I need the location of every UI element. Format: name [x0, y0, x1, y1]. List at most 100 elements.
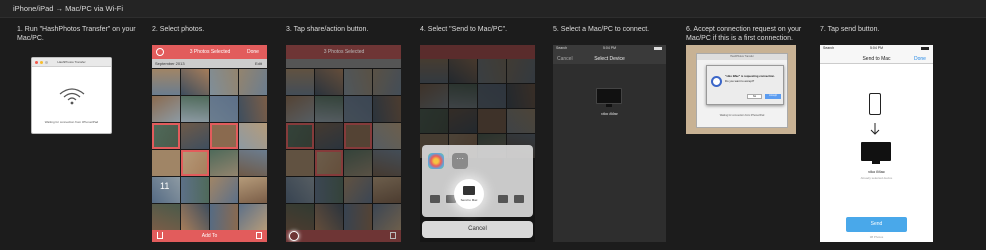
photo-thumbnail[interactable] — [344, 204, 372, 230]
action-icon-3[interactable] — [498, 195, 508, 203]
photo-thumbnail[interactable] — [373, 96, 401, 122]
accept-dialog: "viko iMac" is requesting connection. Do… — [706, 65, 784, 105]
share-action-screen: 3 Photos Selected — [286, 45, 401, 242]
photo-grid-background — [420, 59, 535, 159]
photo-thumbnail[interactable] — [344, 123, 372, 149]
photo-thumbnail[interactable] — [286, 123, 314, 149]
photo-thumbnail[interactable] — [286, 204, 314, 230]
send-label: Send — [870, 221, 883, 227]
photo-thumbnail[interactable] — [210, 69, 238, 95]
photo-thumbnail[interactable] — [373, 150, 401, 176]
photo-thumbnail[interactable] — [286, 69, 314, 95]
photo-thumbnail[interactable] — [420, 84, 448, 108]
photo-thumbnail[interactable] — [373, 123, 401, 149]
battery-icon — [921, 47, 929, 50]
photo-grid-dimmed — [286, 69, 401, 230]
done-button[interactable]: Done — [914, 56, 926, 62]
photo-thumbnail[interactable] — [344, 69, 372, 95]
photo-thumbnail[interactable] — [507, 84, 535, 108]
app-logo-icon — [711, 76, 722, 87]
action-icon-1[interactable] — [430, 195, 440, 203]
no-button[interactable]: No — [747, 94, 762, 99]
photo-thumbnail[interactable] — [239, 150, 267, 176]
done-button[interactable]: Done — [247, 49, 259, 55]
photo-thumbnail[interactable] — [286, 150, 314, 176]
photo-thumbnail[interactable] — [239, 69, 267, 95]
photo-thumbnail[interactable] — [373, 177, 401, 203]
photo-thumbnail[interactable] — [478, 109, 506, 133]
photo-thumbnail[interactable] — [239, 123, 267, 149]
cancel-sheet-button[interactable]: Cancel — [422, 221, 533, 238]
status-carrier: Search — [823, 46, 835, 50]
photo-thumbnail[interactable] — [315, 96, 343, 122]
photo-thumbnail[interactable] — [210, 123, 238, 149]
photo-thumbnail[interactable] — [181, 204, 209, 230]
step-7: 7. Tap send button. — [820, 26, 945, 35]
photo-thumbnail[interactable] — [315, 69, 343, 95]
share-sheet-screen: ··· Send to Mac Cancel — [420, 45, 535, 242]
photo-thumbnail[interactable] — [181, 150, 209, 176]
trash-icon[interactable] — [256, 232, 262, 239]
action-icon-4[interactable] — [514, 195, 524, 203]
photo-thumbnail[interactable] — [315, 177, 343, 203]
battery-icon — [654, 47, 662, 50]
photo-thumbnail[interactable] — [420, 109, 448, 133]
photo-thumbnail[interactable] — [315, 204, 343, 230]
photo-thumbnail[interactable] — [315, 150, 343, 176]
photo-thumbnail[interactable] — [449, 109, 477, 133]
share-action-icon[interactable] — [289, 231, 299, 241]
status-time: 5:04 PM — [869, 46, 884, 50]
imac-icon[interactable] — [596, 88, 622, 104]
select-device-screen: Search 5:04 PM Cancel Select Device viko… — [553, 45, 666, 242]
photo-thumbnail[interactable] — [344, 150, 372, 176]
app-icon-photos[interactable] — [428, 153, 444, 169]
cancel-button[interactable]: Cancel — [557, 56, 573, 62]
photo-thumbnail[interactable] — [181, 177, 209, 203]
photo-grid — [152, 69, 267, 230]
nav-title: Send to Mac — [862, 56, 891, 62]
step-6-caption: 6. Accept connection request on your Mac… — [686, 26, 802, 42]
section-edit[interactable]: Edit — [255, 61, 262, 66]
photo-thumbnail[interactable] — [449, 84, 477, 108]
photo-thumbnail[interactable] — [152, 123, 180, 149]
photo-thumbnail[interactable] — [239, 204, 267, 230]
step-5: 5. Select a Mac/PC to connect. — [553, 26, 678, 35]
photo-thumbnail[interactable] — [210, 150, 238, 176]
imac-stand — [872, 161, 880, 164]
select-all-icon[interactable] — [156, 48, 164, 56]
photo-thumbnail[interactable] — [373, 204, 401, 230]
photo-thumbnail[interactable] — [152, 69, 180, 95]
app-icon-more[interactable]: ··· — [452, 153, 468, 169]
trash-icon[interactable] — [390, 232, 396, 239]
photo-thumbnail[interactable] — [152, 204, 180, 230]
photo-thumbnail[interactable] — [181, 96, 209, 122]
photo-thumbnail[interactable] — [181, 123, 209, 149]
photo-thumbnail[interactable] — [239, 96, 267, 122]
share-icon[interactable] — [157, 232, 163, 239]
add-to-button[interactable]: Add To — [192, 233, 227, 239]
device-subtitle: Already selected device — [860, 176, 893, 180]
photo-thumbnail[interactable] — [286, 96, 314, 122]
photo-thumbnail[interactable] — [449, 59, 477, 83]
photo-thumbnail[interactable] — [507, 109, 535, 133]
send-button[interactable]: Send — [846, 217, 907, 232]
send-to-mac-highlight[interactable]: Send to Mac — [454, 179, 484, 209]
photo-thumbnail[interactable] — [344, 177, 372, 203]
photo-thumbnail[interactable] — [181, 69, 209, 95]
device-name[interactable]: viko iMac — [583, 111, 636, 116]
photo-thumbnail[interactable] — [210, 177, 238, 203]
photo-thumbnail[interactable] — [152, 150, 180, 176]
photo-thumbnail[interactable] — [420, 59, 448, 83]
photo-thumbnail[interactable] — [286, 177, 314, 203]
photo-thumbnail[interactable] — [210, 204, 238, 230]
photo-thumbnail[interactable] — [507, 59, 535, 83]
photo-thumbnail[interactable] — [373, 69, 401, 95]
photo-thumbnail[interactable] — [478, 84, 506, 108]
photo-thumbnail[interactable] — [210, 96, 238, 122]
accept-button[interactable]: Accept — [765, 94, 781, 99]
photo-thumbnail[interactable] — [315, 123, 343, 149]
photo-thumbnail[interactable] — [478, 59, 506, 83]
photo-thumbnail[interactable] — [239, 177, 267, 203]
photo-thumbnail[interactable] — [152, 96, 180, 122]
photo-thumbnail[interactable] — [344, 96, 372, 122]
